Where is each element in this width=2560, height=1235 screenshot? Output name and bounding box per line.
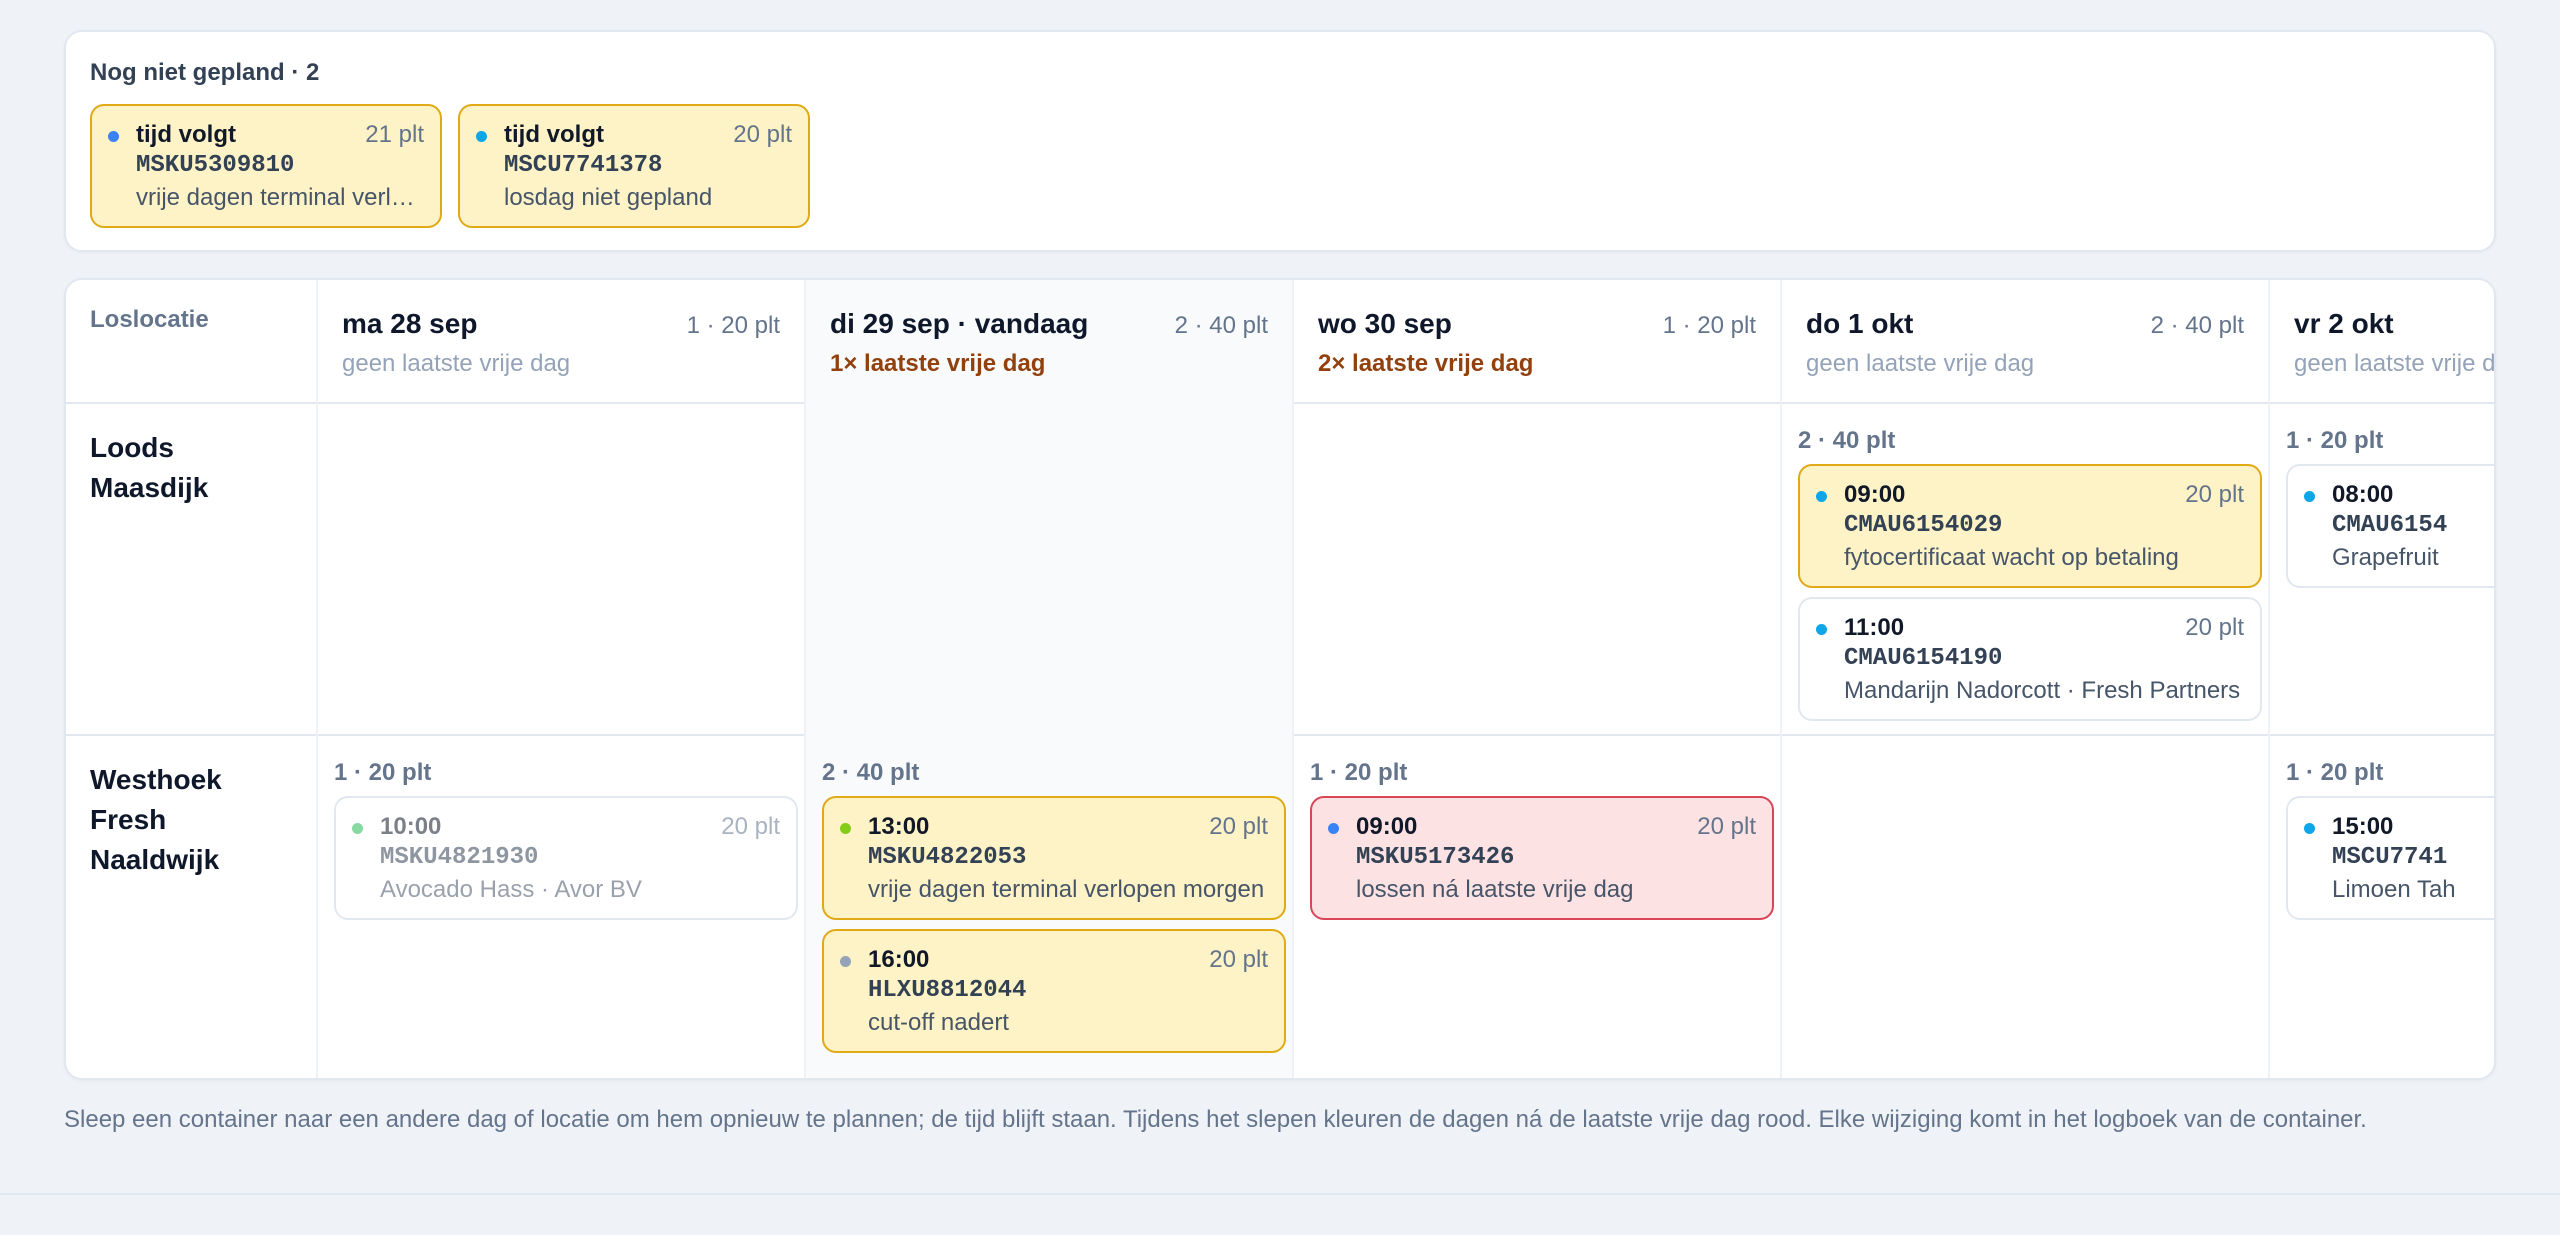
status-dot-icon [476,131,487,142]
day-column[interactable]: wo 30 sep 1 · 20 plt 2× laatste vrije dag 1… [1292,280,1780,1078]
container-number: CMAU6154 [2332,512,2448,539]
container-time: 09:00 [1356,813,1418,840]
footnote: Sleep een container naar een andere dag … [64,1106,2367,1133]
container-number: MSKU5173426 [1356,844,1515,871]
unplanned-panel: Nog niet gepland · 2 tijd volgt 21 plt MSK… [64,30,2496,252]
last-free-day-indicator: geen laatste vrije dag [2294,350,2496,377]
status-dot-icon [840,956,851,967]
container-number: MSKU4821930 [380,844,539,871]
container-number: MSKU4822053 [868,844,1027,871]
container-card[interactable]: 13:00 20 plt MSKU4822053 vrije dagen termin… [822,796,1286,920]
container-time: 16:00 [868,946,930,973]
cell-summary: 1 · 20 plt [334,759,432,786]
cell-summary: 1 · 20 plt [1310,759,1408,786]
status-dot-icon [1328,823,1339,834]
day-header: wo 30 sep 1 · 20 plt 2× laatste vrije dag [1294,280,1780,404]
day-date: ma 28 sep [342,308,478,339]
day-header: di 29 sep · vandaag 2 · 40 plt 1× laatste … [806,280,1292,404]
status-dot-icon [1816,491,1827,502]
cell-summary: 1 · 20 plt [2286,427,2384,454]
day-date: vr 2 okt [2294,308,2394,339]
day-summary: 2 · 40 plt [2150,312,2244,339]
last-free-day-indicator: geen laatste vrije dag [342,350,571,377]
container-note: vrije dagen terminal verlopen morgen [136,184,426,211]
container-time: tijd volgt [136,121,236,148]
container-card[interactable]: 15:0020 pltMSCU7741Limoen Tah [2286,796,2494,920]
container-card[interactable]: 11:00 20 plt CMAU6154190 Mandarijn Nadorcot… [1798,597,2262,721]
unplanned-title: Nog niet gepland · 2 [90,59,320,86]
container-time: tijd volgt [504,121,604,148]
pallet-count: 20 plt [1697,813,1756,840]
container-card[interactable]: 09:00 20 plt CMAU6154029 fytocertificaat wa… [1798,464,2262,588]
last-free-day-indicator: 1× laatste vrije dag [830,350,1046,377]
status-dot-icon [108,131,119,142]
pallet-count: 21 plt [365,121,424,148]
day-date: di 29 sep · vandaag [830,308,1089,339]
pallet-count: 20 plt [2185,614,2244,641]
pallet-count: 20 plt [2185,481,2244,508]
status-dot-icon [2304,823,2315,834]
pallet-count: 20 plt [721,813,780,840]
day-column[interactable]: vr 2 okt geen laatste vrije dag 1 · 20 plt… [2268,280,2496,1078]
unplanned-container-card[interactable]: tijd volgt 20 plt MSCU7741378 losdag niet g… [458,104,810,228]
container-card[interactable]: 16:00 20 plt HLXU8812044 cut-off nadert [822,929,1286,1053]
pallet-count: 20 plt [1209,813,1268,840]
day-column[interactable]: do 1 okt 2 · 40 plt geen laatste vrije dag… [1780,280,2268,1078]
container-number: HLXU8812044 [868,977,1027,1004]
container-note: losdag niet gepland [504,184,713,211]
location-label: Westhoek Fresh Naaldwijk [90,764,222,875]
container-number: MSKU5309810 [136,152,295,179]
cell-summary: 1 · 20 plt [2286,759,2384,786]
container-number: CMAU6154190 [1844,645,2003,672]
cell-summary: 2 · 40 plt [822,759,920,786]
schedule-grid: Loslocatie Loods Maasdijk Westhoek Fresh … [64,278,2496,1080]
status-dot-icon [352,823,363,834]
location-column-header: Loslocatie [90,306,209,333]
container-card[interactable]: 09:00 20 plt MSKU5173426 lossen ná laatste … [1310,796,1774,920]
status-dot-icon [2304,491,2315,502]
container-time: 09:00 [1844,481,1906,508]
container-card[interactable]: 08:0020 pltCMAU6154Grapefruit [2286,464,2494,588]
cell-summary: 2 · 40 plt [1798,427,1896,454]
last-free-day-indicator: geen laatste vrije dag [1806,350,2035,377]
container-number: MSCU7741 [2332,844,2448,871]
location-label: Loods Maasdijk [90,432,209,503]
container-note: Grapefruit [2332,544,2439,571]
container-time: 11:00 [1844,614,1905,641]
day-date: wo 30 sep [1318,308,1452,339]
container-note: vrije dagen terminal verlopen morgen [868,876,1265,903]
pallet-count: 20 plt [1209,946,1268,973]
status-dot-icon [1816,624,1827,635]
container-note: Mandarijn Nadorcott · Fresh Partners [1844,677,2241,704]
day-summary: 1 · 20 plt [686,312,780,339]
day-summary: 1 · 20 plt [1662,312,1756,339]
container-card[interactable]: 10:00 20 plt MSKU4821930 Avocado Hass · Avo… [334,796,798,920]
container-note: Limoen Tah [2332,876,2456,903]
container-time: 08:00 [2332,481,2394,508]
container-time: 10:00 [380,813,442,840]
container-number: CMAU6154029 [1844,512,2003,539]
divider [0,1193,2560,1195]
day-summary: 2 · 40 plt [1174,312,1268,339]
container-note: Avocado Hass · Avor BV [380,876,642,903]
status-dot-icon [840,823,851,834]
last-free-day-indicator: 2× laatste vrije dag [1318,350,1534,377]
container-number: MSCU7741378 [504,152,663,179]
container-note: fytocertificaat wacht op betaling [1844,544,2179,571]
day-header: vr 2 okt geen laatste vrije dag [2270,280,2496,404]
day-date: do 1 okt [1806,308,1914,339]
container-time: 13:00 [868,813,930,840]
container-note: lossen ná laatste vrije dag [1356,876,1634,903]
day-header: do 1 okt 2 · 40 plt geen laatste vrije dag [1782,280,2268,404]
unplanned-container-card[interactable]: tijd volgt 21 plt MSKU5309810 vrije dagen t… [90,104,442,228]
container-note: cut-off nadert [868,1009,1009,1036]
container-time: 15:00 [2332,813,2394,840]
day-column[interactable]: ma 28 sep 1 · 20 plt geen laatste vrije da… [316,280,804,1078]
pallet-count: 20 plt [733,121,792,148]
day-column[interactable]: di 29 sep · vandaag 2 · 40 plt 1× laatste … [804,280,1292,1078]
day-header: ma 28 sep 1 · 20 plt geen laatste vrije da… [318,280,804,404]
